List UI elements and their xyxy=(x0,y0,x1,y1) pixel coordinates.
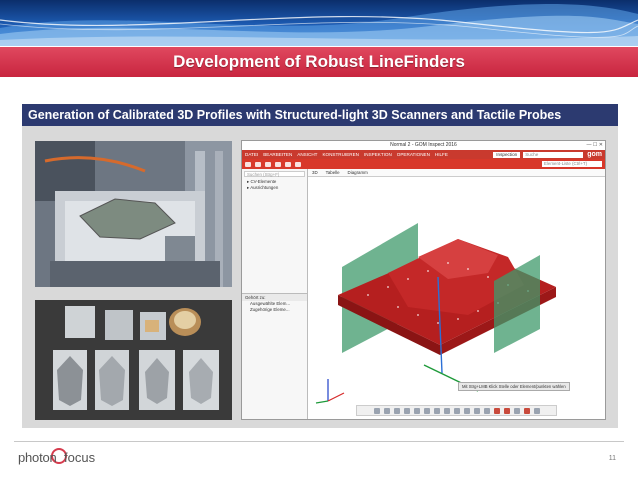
logo-text-focus: focus xyxy=(64,450,96,465)
toolbar-menu-icon[interactable] xyxy=(245,161,251,167)
3d-viewport[interactable] xyxy=(308,177,605,404)
delete-tool-icon[interactable] xyxy=(493,407,500,414)
toolbar-flag-icon[interactable] xyxy=(285,161,291,167)
orientation-triad-icon xyxy=(315,379,345,404)
logo-text-photon: photon xyxy=(18,450,57,465)
wave-graphic xyxy=(0,4,638,46)
window-controls[interactable]: — ☐ ✕ xyxy=(587,141,603,150)
tree-item-label: CV-Elemente xyxy=(250,179,277,184)
tree-item-ausrichtungen[interactable]: ▸ Ausrichtungen xyxy=(242,185,307,191)
toolbar-select-icon[interactable] xyxy=(265,161,271,167)
menu-search-input[interactable]: Suche xyxy=(523,151,584,158)
footer-divider xyxy=(14,441,624,442)
gom-main-area: 3D Tabelle Diagramm Mit Strg+LMB Klick S… xyxy=(308,169,605,419)
snapshot-tool-icon[interactable] xyxy=(523,407,530,414)
tab-diagramm[interactable]: Diagramm xyxy=(348,170,368,175)
bottom-toolbar xyxy=(356,405,557,416)
status-tooltip: Mit Strg+LMB Klick Stelle oder Element/p… xyxy=(458,382,570,391)
menu-datei[interactable]: DATEI xyxy=(245,152,258,157)
view-rotate-icon[interactable] xyxy=(393,407,400,414)
measure-tool-icon[interactable] xyxy=(473,407,480,414)
menu-right-group: Inspection Suche gom xyxy=(493,151,602,158)
menu-inspektion[interactable]: INSPEKTION xyxy=(364,152,392,157)
page-number: 11 xyxy=(608,455,616,462)
view-home-icon[interactable] xyxy=(373,407,380,414)
inspection-dropdown[interactable]: Inspection xyxy=(493,151,521,158)
gom-inspect-window: Normal 2 - GOM Inspect 2016 — ☐ ✕ DATEI … xyxy=(241,140,606,420)
tab-tabelle[interactable]: Tabelle xyxy=(326,170,340,175)
edit-tool-icon[interactable] xyxy=(443,407,450,414)
explorer-panel: Suchen (Strg+F) ▸ CV-Elemente ▸ Ausricht… xyxy=(242,169,308,419)
gom-toolbar: Element-Liste (Ctrl+T) xyxy=(242,159,605,169)
check-tool-icon[interactable] xyxy=(433,407,440,414)
slide: Development of Robust LineFinders Genera… xyxy=(0,0,638,478)
tab-3d[interactable]: 3D xyxy=(312,170,318,175)
title-bar: Development of Robust LineFinders xyxy=(0,47,638,77)
relations-panel: Gehört zu: Ausgewählte Elem... Zugehörig… xyxy=(242,293,307,313)
subtitle-bar: Generation of Calibrated 3D Profiles wit… xyxy=(22,104,618,126)
plane-tool-icon[interactable] xyxy=(453,407,460,414)
menu-konstruieren[interactable]: KONSTRUIEREN xyxy=(322,152,359,157)
gom-menu-bar: DATEI BEARBEITEN ANSICHT KONSTRUIEREN IN… xyxy=(242,150,605,159)
menu-ansicht[interactable]: ANSICHT xyxy=(297,152,317,157)
relations-item-related[interactable]: Zugehörige Eleme... xyxy=(242,307,307,313)
explorer-search-input[interactable]: Suchen (Strg+F) xyxy=(244,171,305,177)
gom-window-title: Normal 2 - GOM Inspect 2016 xyxy=(390,142,457,148)
link-tool-icon[interactable] xyxy=(483,407,490,414)
gom-logo: gom xyxy=(587,151,602,158)
settings-tool-icon[interactable] xyxy=(533,407,540,414)
view-zoom-icon[interactable] xyxy=(413,407,420,414)
view-pan-icon[interactable] xyxy=(403,407,410,414)
3d-model-render xyxy=(315,223,556,404)
menu-bearbeiten[interactable]: BEARBEITEN xyxy=(263,152,292,157)
relations-header: Gehört zu: xyxy=(242,294,307,301)
slide-title: Development of Robust LineFinders xyxy=(173,52,465,71)
view-tabs: 3D Tabelle Diagramm xyxy=(308,169,605,177)
view-fit-icon[interactable] xyxy=(383,407,390,414)
toolbar-measure-icon[interactable] xyxy=(275,161,281,167)
header-wave-banner xyxy=(0,0,638,46)
workpieces-photo xyxy=(35,300,232,420)
grid-tool-icon[interactable] xyxy=(513,407,520,414)
slide-subtitle: Generation of Calibrated 3D Profiles wit… xyxy=(28,108,562,122)
tree-item-label: Ausrichtungen xyxy=(250,185,279,190)
toolbar-arrow-icon[interactable] xyxy=(255,161,261,167)
toolbar-camera-icon[interactable] xyxy=(295,161,301,167)
gom-title-bar: Normal 2 - GOM Inspect 2016 — ☐ ✕ xyxy=(242,141,605,150)
menu-operationen[interactable]: OPERATIONEN xyxy=(397,152,430,157)
scanner-setup-photo xyxy=(35,141,232,287)
clear-tool-icon[interactable] xyxy=(503,407,510,414)
gom-body: Suchen (Strg+F) ▸ CV-Elemente ▸ Ausricht… xyxy=(242,169,605,419)
section-tool-icon[interactable] xyxy=(463,407,470,414)
menu-hilfe[interactable]: HILFE xyxy=(435,152,448,157)
element-list-select[interactable]: Element-Liste (Ctrl+T) xyxy=(542,161,602,167)
select-tool-icon[interactable] xyxy=(423,407,430,414)
